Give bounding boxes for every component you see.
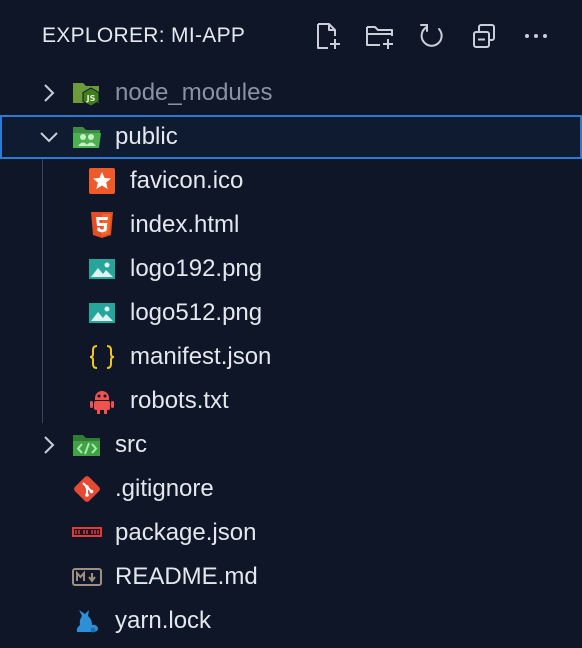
chevron-right-icon[interactable] [38,81,60,105]
tree-item-label: node_modules [115,79,273,106]
tree-item-label: robots.txt [130,387,229,414]
tree-item-gitignore[interactable]: .gitignore [0,467,582,511]
image-icon [87,299,117,327]
tree-item-robots[interactable]: robots.txt [0,379,582,423]
npm-icon [72,519,102,547]
tree-item-index-html[interactable]: index.html [0,203,582,247]
tree-item-src[interactable]: src [0,423,582,467]
tree-item-label: README.md [115,563,258,590]
more-actions-icon[interactable] [520,19,552,53]
markdown-icon [72,563,102,591]
explorer-actions [312,19,552,53]
json-braces-icon [87,343,117,371]
chevron-right-icon[interactable] [38,433,60,457]
tree-item-label: package.json [115,519,257,546]
public-folder-icon [72,123,102,151]
tree-item-label: public [115,123,178,150]
robot-icon [87,387,117,415]
html5-icon [87,211,117,239]
favicon-icon [87,167,117,195]
tree-item-readme[interactable]: README.md [0,555,582,599]
tree-item-node-modules[interactable]: JS node_modules [0,71,582,115]
tree-item-manifest[interactable]: manifest.json [0,335,582,379]
new-file-icon[interactable] [312,19,344,53]
tree-item-label: .gitignore [115,475,214,502]
tree-item-label: favicon.ico [130,167,244,194]
new-folder-icon[interactable] [364,19,396,53]
chevron-down-icon[interactable] [38,125,60,149]
yarn-cat-icon [72,607,102,635]
tree-item-public[interactable]: public [0,115,582,159]
src-folder-icon [72,431,102,459]
tree-item-logo512[interactable]: logo512.png [0,291,582,335]
explorer-panel: EXPLORER: MI-APP JS node_modules public … [0,0,582,648]
image-icon [87,255,117,283]
tree-item-logo192[interactable]: logo192.png [0,247,582,291]
tree-item-label: src [115,431,147,458]
git-icon [72,475,102,503]
tree-item-label: index.html [130,211,240,238]
tree-item-label: manifest.json [130,343,272,370]
tree-item-package-json[interactable]: package.json [0,511,582,555]
tree-item-label: yarn.lock [115,607,212,634]
tree-item-yarn-lock[interactable]: yarn.lock [0,599,582,643]
nodejs-folder-icon: JS [72,79,102,107]
svg-text:JS: JS [86,94,96,103]
explorer-header: EXPLORER: MI-APP [0,0,582,72]
refresh-icon[interactable] [416,19,448,53]
collapse-all-icon[interactable] [468,19,500,53]
file-tree: JS node_modules public favicon.ico index… [0,71,582,643]
tree-item-favicon[interactable]: favicon.ico [0,159,582,203]
tree-item-label: logo512.png [130,299,263,326]
explorer-title: EXPLORER: MI-APP [42,24,246,47]
tree-item-label: logo192.png [130,255,263,282]
